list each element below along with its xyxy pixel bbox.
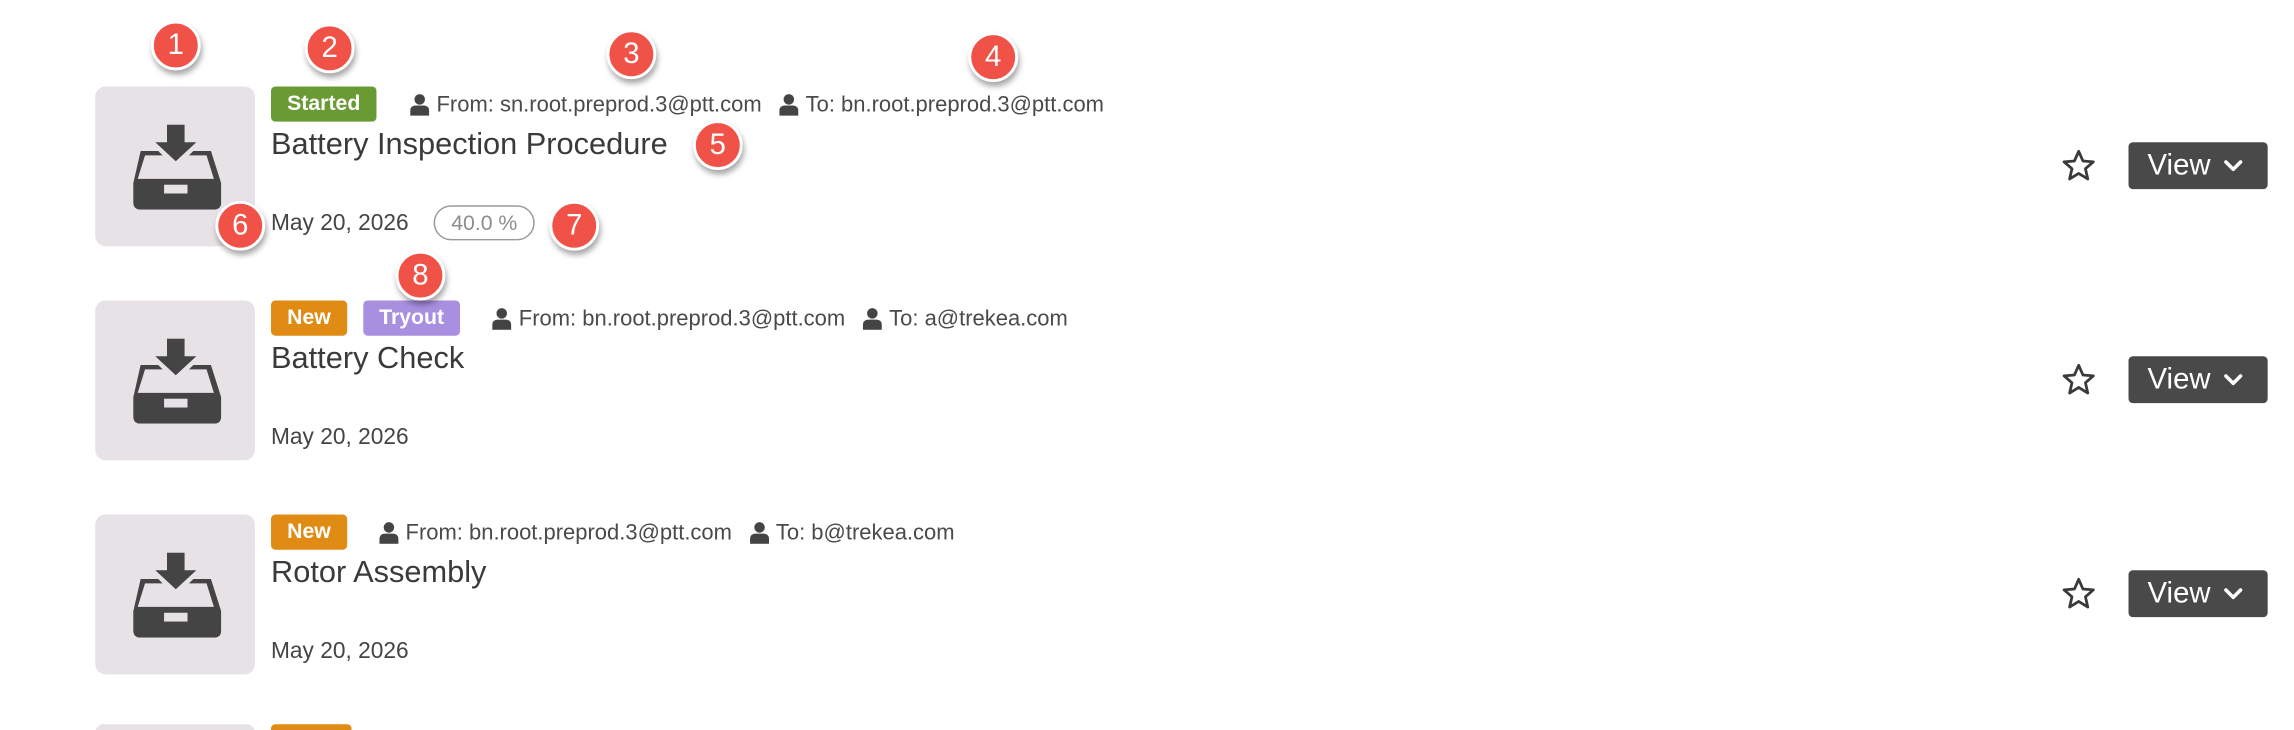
task-meta: Started From: sn.root.preprod.3@ptt.com … <box>271 86 1104 122</box>
task-thumbnail[interactable] <box>95 300 255 461</box>
chevron-down-icon <box>2224 373 2243 385</box>
task-title[interactable]: Battery Inspection Procedure <box>271 128 668 163</box>
sender-email: From: bn.root.preprod.3@ptt.com <box>405 519 732 545</box>
user-icon <box>749 521 769 544</box>
star-outline-icon[interactable] <box>2061 362 2096 397</box>
view-button[interactable]: View <box>2128 356 2268 404</box>
callout-marker: 7 <box>549 200 600 251</box>
task-list-screen: Started From: sn.root.preprod.3@ptt.com … <box>0 0 2294 730</box>
view-button[interactable]: View <box>2128 570 2268 618</box>
callout-marker: 6 <box>215 200 266 251</box>
task-meta: New Tryout From: bn.root.preprod.3@ptt.c… <box>271 300 1068 336</box>
callout-marker: 8 <box>395 250 446 301</box>
callout-marker: 1 <box>150 20 201 71</box>
star-outline-icon[interactable] <box>2061 148 2096 183</box>
user-icon <box>379 521 399 544</box>
next-item-badge-edge <box>271 724 352 730</box>
callout-marker: 3 <box>606 29 657 80</box>
user-icon <box>779 93 799 116</box>
view-button-label: View <box>2147 576 2211 610</box>
list-item[interactable]: New From: bn.root.preprod.3@ptt.com To: … <box>95 514 2269 676</box>
recipient: To: a@trekea.com <box>862 305 1068 331</box>
inbox-download-icon <box>132 551 221 637</box>
sender: From: bn.root.preprod.3@ptt.com <box>379 520 732 545</box>
next-item-thumbnail-edge <box>95 724 255 730</box>
callout-marker: 4 <box>968 32 1019 83</box>
inbox-download-icon <box>132 123 221 209</box>
user-icon <box>492 307 512 330</box>
new-badge: New <box>271 300 347 336</box>
task-date: May 20, 2026 <box>271 425 409 451</box>
callout-marker: 5 <box>692 120 743 171</box>
new-badge: New <box>271 514 347 550</box>
task-meta: New From: bn.root.preprod.3@ptt.com To: … <box>271 514 955 550</box>
tryout-badge: Tryout <box>363 300 461 336</box>
user-icon <box>862 307 882 330</box>
chevron-down-icon <box>2224 587 2243 599</box>
recipient-email: To: a@trekea.com <box>889 305 1068 331</box>
list-item[interactable]: Started From: sn.root.preprod.3@ptt.com … <box>95 86 2269 247</box>
task-title[interactable]: Battery Check <box>271 342 464 377</box>
task-title[interactable]: Rotor Assembly <box>271 556 486 591</box>
chevron-down-icon <box>2224 159 2243 171</box>
recipient-email: To: b@trekea.com <box>775 519 955 545</box>
user-icon <box>410 93 430 116</box>
callout-marker: 2 <box>304 23 355 74</box>
recipient-email: To: bn.root.preprod.3@ptt.com <box>805 91 1104 117</box>
progress-badge: 40.0 % <box>433 205 535 241</box>
view-button-label: View <box>2147 362 2211 396</box>
sender-email: From: bn.root.preprod.3@ptt.com <box>518 305 846 331</box>
sender: From: sn.root.preprod.3@ptt.com <box>410 92 762 117</box>
view-button-label: View <box>2147 148 2211 182</box>
inbox-download-icon <box>132 337 221 423</box>
sender: From: bn.root.preprod.3@ptt.com <box>492 306 845 331</box>
recipient: To: b@trekea.com <box>749 519 955 545</box>
sender-email: From: sn.root.preprod.3@ptt.com <box>436 91 762 117</box>
recipient: To: bn.root.preprod.3@ptt.com <box>779 92 1104 117</box>
view-button[interactable]: View <box>2128 142 2268 190</box>
task-thumbnail[interactable] <box>95 514 255 675</box>
task-date: May 20, 2026 <box>271 211 409 237</box>
list-item[interactable]: New Tryout From: bn.root.preprod.3@ptt.c… <box>95 300 2269 462</box>
task-list: Started From: sn.root.preprod.3@ptt.com … <box>0 0 2294 730</box>
status-badge: Started <box>271 86 377 122</box>
task-date: May 20, 2026 <box>271 639 409 665</box>
star-outline-icon[interactable] <box>2061 576 2096 611</box>
